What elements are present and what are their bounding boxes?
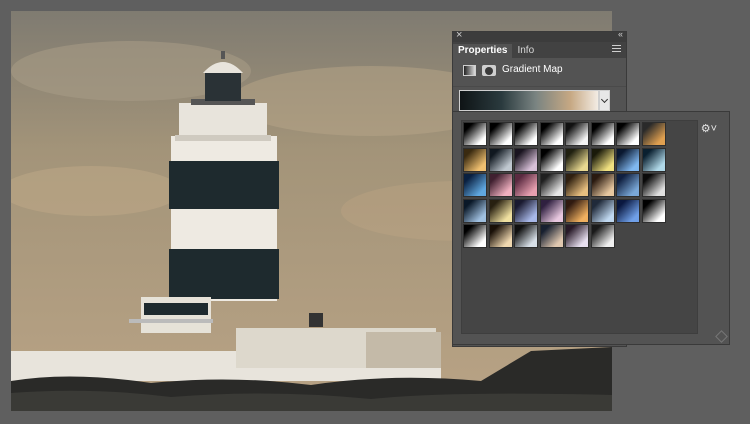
gradient-preview-bar[interactable] xyxy=(459,90,599,111)
gradient-swatch[interactable] xyxy=(616,198,640,223)
panel-topbar: × ‹‹ xyxy=(453,29,626,42)
gradient-swatch[interactable] xyxy=(565,122,589,146)
gradient-swatch[interactable] xyxy=(488,173,513,197)
gradient-swatch[interactable] xyxy=(463,198,487,223)
collapse-icon[interactable]: ‹‹ xyxy=(618,29,623,39)
gradient-swatch[interactable] xyxy=(488,147,513,172)
gradient-swatch[interactable] xyxy=(641,147,666,172)
gradient-swatch[interactable] xyxy=(463,122,487,146)
gradient-map-icon xyxy=(463,65,476,76)
gradient-swatch[interactable] xyxy=(590,173,615,197)
gradient-swatch[interactable] xyxy=(488,198,513,223)
gradient-swatch[interactable] xyxy=(463,224,487,248)
gradient-swatch[interactable] xyxy=(616,147,640,172)
gradient-swatch[interactable] xyxy=(590,224,615,248)
gradient-swatch[interactable] xyxy=(514,147,538,172)
tab-info[interactable]: Info xyxy=(512,44,539,58)
gradient-swatch[interactable] xyxy=(514,173,538,197)
gradient-swatch[interactable] xyxy=(463,147,487,172)
adjustment-header: Gradient Map xyxy=(453,58,626,87)
gear-icon[interactable]: ⚙˅ xyxy=(701,122,717,135)
gradient-swatch[interactable] xyxy=(565,224,589,248)
resize-handle[interactable] xyxy=(715,330,728,343)
close-icon[interactable]: × xyxy=(456,29,462,41)
gradient-presets-popup: ⚙˅ xyxy=(452,111,730,345)
gradient-swatch[interactable] xyxy=(488,122,513,146)
gradient-swatch[interactable] xyxy=(616,173,640,197)
gradient-swatch[interactable] xyxy=(539,147,564,172)
gradient-swatch[interactable] xyxy=(565,147,589,172)
panel-tabs: Properties Info xyxy=(453,42,626,58)
gradient-swatch[interactable] xyxy=(590,147,615,172)
gradient-swatch[interactable] xyxy=(488,224,513,248)
gradient-swatch[interactable] xyxy=(539,122,564,146)
gradient-swatch[interactable] xyxy=(514,122,538,146)
gradient-swatch[interactable] xyxy=(641,198,666,223)
layer-mask-icon[interactable] xyxy=(482,65,496,76)
gradient-swatch[interactable] xyxy=(590,198,615,223)
adjustment-title: Gradient Map xyxy=(502,64,563,75)
gradient-swatch[interactable] xyxy=(641,173,666,197)
gradient-swatch-grid xyxy=(461,120,698,334)
gradient-swatch[interactable] xyxy=(539,173,564,197)
gradient-swatch[interactable] xyxy=(616,122,640,146)
gradient-swatch[interactable] xyxy=(514,224,538,248)
gradient-swatch[interactable] xyxy=(539,224,564,248)
gradient-swatch[interactable] xyxy=(641,122,666,146)
panel-menu-icon[interactable] xyxy=(612,45,621,54)
gradient-swatch[interactable] xyxy=(590,122,615,146)
tab-properties[interactable]: Properties xyxy=(453,44,513,58)
gradient-swatch[interactable] xyxy=(514,198,538,223)
gradient-swatch[interactable] xyxy=(565,198,589,223)
gradient-swatch[interactable] xyxy=(463,173,487,197)
gradient-swatch[interactable] xyxy=(565,173,589,197)
gradient-swatch[interactable] xyxy=(539,198,564,223)
gradient-dropdown-button[interactable] xyxy=(599,90,610,111)
